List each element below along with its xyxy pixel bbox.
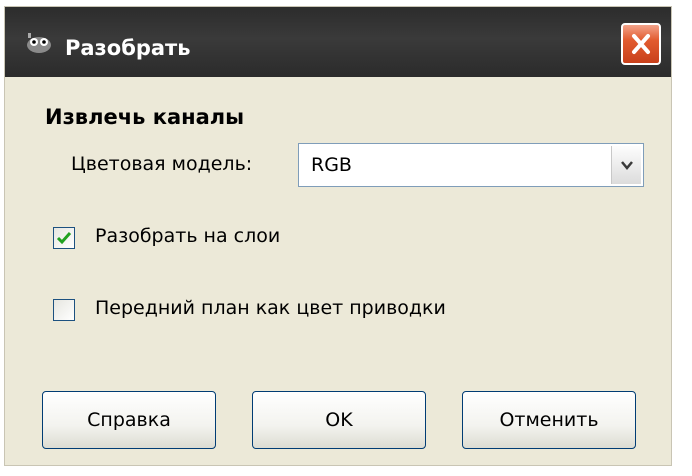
gimp-icon bbox=[25, 32, 53, 54]
cancel-button[interactable]: Отменить bbox=[462, 391, 636, 449]
decompose-layers-label: Разобрать на слои bbox=[95, 225, 281, 247]
dropdown-button[interactable] bbox=[611, 146, 641, 184]
section-title: Извлечь каналы bbox=[45, 105, 245, 129]
dialog-window: Разобрать Извлечь каналы Цветовая модель… bbox=[4, 6, 672, 466]
title-bar[interactable]: Разобрать bbox=[5, 7, 671, 77]
foreground-registration-label: Передний план как цвет приводки bbox=[95, 297, 446, 319]
decompose-layers-checkbox[interactable] bbox=[53, 227, 75, 249]
window-title: Разобрать bbox=[65, 36, 191, 60]
color-model-value: RGB bbox=[311, 154, 352, 176]
color-model-select[interactable]: RGB bbox=[298, 143, 644, 187]
close-button[interactable] bbox=[621, 23, 661, 65]
foreground-registration-checkbox[interactable] bbox=[53, 299, 75, 321]
help-button[interactable]: Справка bbox=[42, 391, 216, 449]
ok-button[interactable]: OK bbox=[252, 391, 426, 449]
color-model-label: Цветовая модель: bbox=[71, 153, 253, 175]
